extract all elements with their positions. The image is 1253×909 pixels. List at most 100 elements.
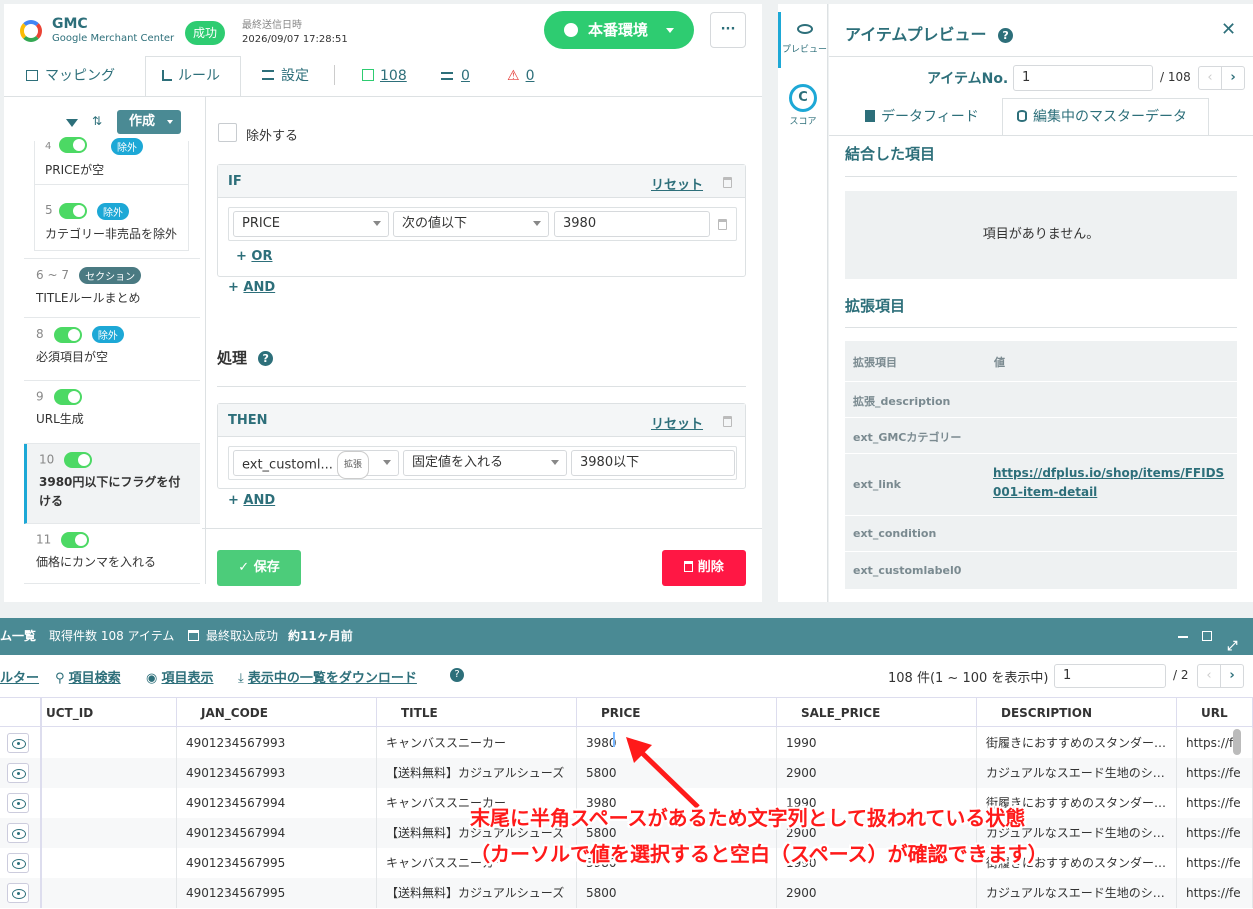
next-page-button[interactable]: › xyxy=(1220,664,1244,688)
rule-toggle[interactable] xyxy=(53,389,82,405)
prev-item-button[interactable]: ‹ xyxy=(1198,66,1222,90)
add-or-button[interactable]: + OR xyxy=(236,249,272,264)
minimize-icon[interactable] xyxy=(1178,636,1188,638)
column-separator xyxy=(176,758,177,788)
then-value-input[interactable]: 3980以下 xyxy=(571,450,735,476)
item-no-input[interactable]: 1 xyxy=(1013,65,1153,91)
ext-link-value[interactable]: https://dfplus.io/shop/items/FFIDS001-it… xyxy=(993,464,1231,502)
rule-toggle[interactable] xyxy=(53,326,82,343)
download-link[interactable]: ⤓ 表示中の一覧をダウンロード xyxy=(238,667,417,686)
filter-icon[interactable] xyxy=(66,119,78,127)
save-button[interactable]: ✓ 保存 xyxy=(217,550,301,586)
cond-value-input[interactable]: 3980 xyxy=(554,211,710,237)
rule-item-6-7[interactable]: 6 ~ 7 セクション TITLEルールまとめ xyxy=(24,258,200,318)
col-header[interactable]: UCT_ID xyxy=(42,698,177,728)
status-badge: 成功 xyxy=(185,21,225,45)
item-no-label: アイテムNo. xyxy=(927,71,1009,87)
more-button[interactable]: ··· xyxy=(710,12,746,48)
add-and-button[interactable]: + AND xyxy=(228,280,275,295)
env-button[interactable]: 本番環境 xyxy=(544,11,694,49)
if-reset-link[interactable]: リセット xyxy=(651,174,703,193)
table-cell: 1990 xyxy=(786,736,817,750)
add-and-button-then[interactable]: + AND xyxy=(228,493,275,508)
rule-item-8[interactable]: 8 除外 必須項目が空 xyxy=(24,318,200,381)
rule-item-10-selected[interactable]: 10 3980円以下にフラグを付ける xyxy=(24,444,200,524)
col-header[interactable]: SALE_PRICE xyxy=(777,698,977,728)
row-preview-eye-icon[interactable] xyxy=(7,823,29,843)
ext-table: 拡張項目 値 拡張_description ext_GMCカテゴリー ext_l… xyxy=(845,341,1237,589)
last-sent-value: 2026/09/07 17:28:51 xyxy=(242,34,348,45)
table-cell xyxy=(51,728,172,758)
if-label: IF xyxy=(228,174,242,189)
exclude-checkbox[interactable] xyxy=(218,123,237,142)
column-separator xyxy=(176,848,177,878)
process-title: 処理 ? xyxy=(217,347,274,368)
delete-button[interactable]: 削除 xyxy=(662,550,746,586)
cond-field-select[interactable]: PRICE xyxy=(233,211,389,237)
row-preview-eye-icon[interactable] xyxy=(7,853,29,873)
count-warn-link[interactable]: ⚠ 0 xyxy=(507,58,534,94)
scrollbar[interactable] xyxy=(1233,729,1241,755)
close-icon[interactable]: ✕ xyxy=(1221,19,1236,40)
rule-toggle[interactable] xyxy=(59,137,87,153)
table-cell xyxy=(51,758,172,788)
count-x-link[interactable]: 0 xyxy=(441,58,470,94)
check-icon xyxy=(362,69,374,81)
column-separator xyxy=(376,728,377,758)
rule-toggle[interactable] xyxy=(61,532,90,548)
then-field-select[interactable]: ext_customl... 拡張 xyxy=(233,450,399,479)
rule-toggle[interactable] xyxy=(64,452,93,468)
then-reset-link[interactable]: リセット xyxy=(651,413,703,432)
row-preview-eye-icon[interactable] xyxy=(7,883,29,903)
exclude-badge: 除外 xyxy=(111,138,143,155)
ext-row: ext_link https://dfplus.io/shop/items/FF… xyxy=(845,453,1237,515)
annotation-line-1: 末尾に半角スペースがあるため文字列として扱われている状態 xyxy=(470,806,1026,830)
table-row[interactable]: 4901234567995 【送料無料】カジュアルシューズ 5800 2900 カジュア… xyxy=(0,878,1253,908)
tab-settings[interactable]: 設定 xyxy=(262,58,309,94)
cond-operator-select[interactable]: 次の値以下 xyxy=(393,211,549,237)
then-operator-select[interactable]: 固定値を入れる xyxy=(403,450,567,476)
eye-cell xyxy=(0,728,42,758)
then-label: THEN xyxy=(228,413,268,428)
table-cell xyxy=(51,818,172,848)
rule-item-4[interactable]: 4 除外 PRICEが空 xyxy=(35,137,188,185)
count-ok-link[interactable]: 108 xyxy=(362,58,407,94)
col-header[interactable]: URL xyxy=(1177,698,1253,728)
preview-panel: アイテムプレビュー ? ✕ アイテムNo. 1 / 108 ‹ › データフィー… xyxy=(829,4,1253,602)
column-separator xyxy=(1176,788,1177,818)
tab-datafeed[interactable]: データフィード xyxy=(865,106,979,126)
row-preview-eye-icon[interactable] xyxy=(7,793,29,813)
preview-tab[interactable]: プレビュー xyxy=(778,12,828,68)
filter-link[interactable]: ルター xyxy=(0,667,39,686)
trash-icon xyxy=(684,561,694,572)
create-button[interactable]: 作成 xyxy=(117,110,181,134)
app-sub: Google Merchant Center xyxy=(52,33,175,44)
trash-icon[interactable] xyxy=(723,177,732,188)
rule-toggle[interactable] xyxy=(59,203,87,219)
col-header[interactable]: TITLE xyxy=(377,698,577,728)
row-preview-eye-icon[interactable] xyxy=(7,763,29,783)
trash-icon[interactable] xyxy=(718,219,727,230)
tab-master-data[interactable]: 編集中のマスターデータ xyxy=(1002,98,1209,136)
sort-icon[interactable]: ⇅ xyxy=(92,114,102,128)
display-link[interactable]: ◉ 項目表示 xyxy=(146,667,214,686)
rule-item-9[interactable]: 9 URL生成 xyxy=(24,381,200,444)
score-tab[interactable]: C スコア xyxy=(778,84,828,140)
row-preview-eye-icon[interactable] xyxy=(7,733,29,753)
trash-icon[interactable] xyxy=(723,416,732,427)
col-header[interactable]: DESCRIPTION xyxy=(977,698,1177,728)
search-link[interactable]: ⚲ 項目検索 xyxy=(55,667,121,686)
tab-mapping[interactable]: マッピング xyxy=(26,58,115,94)
tab-divider xyxy=(334,65,335,85)
tab-rules[interactable]: ルール xyxy=(145,56,241,97)
col-header[interactable]: PRICE xyxy=(577,698,777,728)
rule-item-5[interactable]: 5 除外 カテゴリー非売品を除外 xyxy=(35,186,188,250)
table-header: UCT_ID JAN_CODE TITLE PRICE SALE_PRICE D… xyxy=(0,697,1253,728)
col-header[interactable]: JAN_CODE xyxy=(177,698,377,728)
next-item-button[interactable]: › xyxy=(1221,66,1245,90)
rule-item-11[interactable]: 11 価格にカンマを入れる xyxy=(24,524,200,584)
item-count: 取得件数 108 アイテム xyxy=(49,629,175,643)
prev-page-button[interactable]: ‹ xyxy=(1197,664,1221,688)
restore-icon[interactable] xyxy=(1202,631,1212,641)
page-input[interactable]: 1 xyxy=(1054,664,1166,688)
